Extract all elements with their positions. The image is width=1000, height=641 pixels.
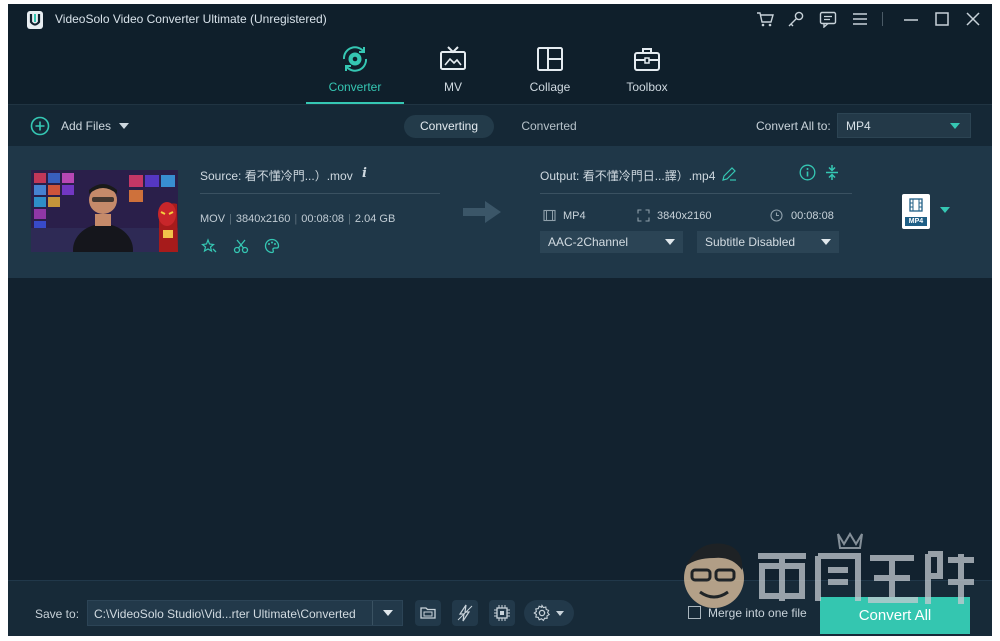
title-bar: VideoSolo Video Converter Ultimate (Unre… (8, 4, 992, 34)
file-list-empty-area (8, 278, 992, 580)
source-info-icon[interactable]: i (362, 166, 367, 181)
audio-track-value: AAC-2Channel (548, 235, 629, 249)
cpu-chip-icon (494, 605, 510, 621)
tab-mv-label: MV (444, 80, 462, 94)
convert-all-to-label: Convert All to: (756, 119, 831, 133)
enhance-star-icon[interactable] (201, 238, 217, 254)
toolbox-icon (634, 48, 660, 71)
convert-arrow-icon (463, 201, 501, 223)
source-divider (200, 193, 440, 194)
output-format: MP4 (563, 210, 586, 222)
audio-track-select[interactable]: AAC-2Channel (540, 231, 683, 253)
convert-all-format-select[interactable]: MP4 (837, 113, 971, 138)
close-icon[interactable] (964, 10, 982, 28)
source-filename: Source: 看不懂冷門...）.mov (200, 169, 353, 183)
toolbar: Add Files Converting Converted Convert A… (8, 104, 992, 146)
tab-converter-label: Converter (328, 80, 382, 94)
chevron-down-icon (950, 123, 960, 129)
settings-dropdown-icon (556, 611, 564, 616)
format-tile-dropdown-icon[interactable] (940, 207, 950, 213)
save-path-select[interactable]: C:\VideoSolo Studio\Vid...rter Ultimate\… (87, 600, 403, 626)
video-thumbnail[interactable] (31, 170, 178, 252)
chevron-down-icon (383, 610, 393, 616)
title-bar-divider (882, 12, 883, 26)
output-info-icon[interactable] (799, 164, 816, 181)
add-files-label: Add Files (61, 119, 112, 133)
format-tile-label: MP4 (905, 217, 927, 226)
key-icon[interactable] (787, 10, 805, 28)
add-circle-icon (30, 116, 50, 136)
converter-disc-icon (342, 46, 368, 72)
subtitle-select[interactable]: Subtitle Disabled (697, 231, 839, 253)
gpu-acceleration-button[interactable] (489, 600, 515, 626)
merge-checkbox[interactable] (688, 606, 701, 619)
source-metadata: MOV | 3840x2160 | 00:08:08 | 2.04 GB (200, 213, 396, 225)
source-duration: 00:08:08 (301, 213, 345, 225)
output-format-tile[interactable]: MP4 (902, 194, 930, 229)
lightning-off-icon (457, 604, 473, 622)
compress-icon[interactable] (824, 164, 840, 181)
output-divider (540, 193, 852, 194)
open-folder-button[interactable] (415, 600, 441, 626)
gear-icon (533, 604, 551, 622)
tab-converted[interactable]: Converted (504, 115, 594, 138)
cut-scissors-icon[interactable] (233, 238, 249, 254)
save-path-value: C:\VideoSolo Studio\Vid...rter Ultimate\… (94, 607, 356, 621)
film-strip-icon (543, 209, 556, 222)
save-to-label: Save to: (35, 607, 80, 621)
output-filename: Output: 看不懂冷門日...譯）.mp4 (540, 169, 716, 183)
chevron-down-icon (665, 239, 675, 245)
footer-bar: Save to: C:\VideoSolo Studio\Vid...rter … (8, 580, 992, 636)
tab-collage[interactable]: Collage (501, 34, 599, 104)
save-path-dropdown-button[interactable] (372, 601, 402, 625)
tab-converting[interactable]: Converting (404, 115, 494, 138)
convert-all-button[interactable]: Convert All (820, 597, 970, 634)
tab-toolbox[interactable]: Toolbox (598, 34, 696, 104)
tab-mv[interactable]: MV (404, 34, 502, 104)
palette-icon[interactable] (264, 238, 280, 254)
main-nav: Converter MV Collage Toolbox (8, 34, 992, 104)
window-title: VideoSolo Video Converter Ultimate (Unre… (55, 12, 327, 26)
minimize-icon[interactable] (902, 10, 920, 28)
app-window: VideoSolo Video Converter Ultimate (Unre… (8, 4, 992, 636)
maximize-icon[interactable] (933, 10, 951, 28)
clock-icon (770, 209, 783, 222)
cart-icon[interactable] (756, 10, 774, 28)
settings-button[interactable] (524, 600, 574, 626)
tv-icon (440, 46, 466, 70)
tab-converter[interactable]: Converter (306, 34, 404, 104)
collage-grid-icon (537, 47, 563, 71)
menu-icon[interactable] (851, 10, 869, 28)
merge-label: Merge into one file (708, 606, 807, 620)
hardware-acceleration-button[interactable] (452, 600, 478, 626)
output-resolution: 3840x2160 (657, 210, 712, 222)
feedback-icon[interactable] (819, 10, 837, 28)
app-logo-icon (27, 11, 43, 29)
source-size: 2.04 GB (354, 213, 396, 225)
source-resolution: 3840x2160 (235, 213, 291, 225)
subtitle-value: Subtitle Disabled (705, 235, 796, 249)
resolution-expand-icon (637, 209, 650, 222)
tab-toolbox-label: Toolbox (626, 80, 668, 94)
output-duration: 00:08:08 (791, 210, 834, 222)
add-files-dropdown-icon[interactable] (119, 123, 129, 129)
folder-icon (420, 607, 436, 619)
convert-all-format-value: MP4 (846, 119, 871, 133)
tab-collage-label: Collage (529, 80, 571, 94)
source-format: MOV (200, 213, 226, 225)
film-icon (909, 198, 923, 212)
edit-pencil-icon[interactable] (721, 166, 737, 182)
chevron-down-icon (821, 239, 831, 245)
file-row: Source: 看不懂冷門...）.mov i MOV | 3840x2160 | 00… (8, 146, 992, 278)
